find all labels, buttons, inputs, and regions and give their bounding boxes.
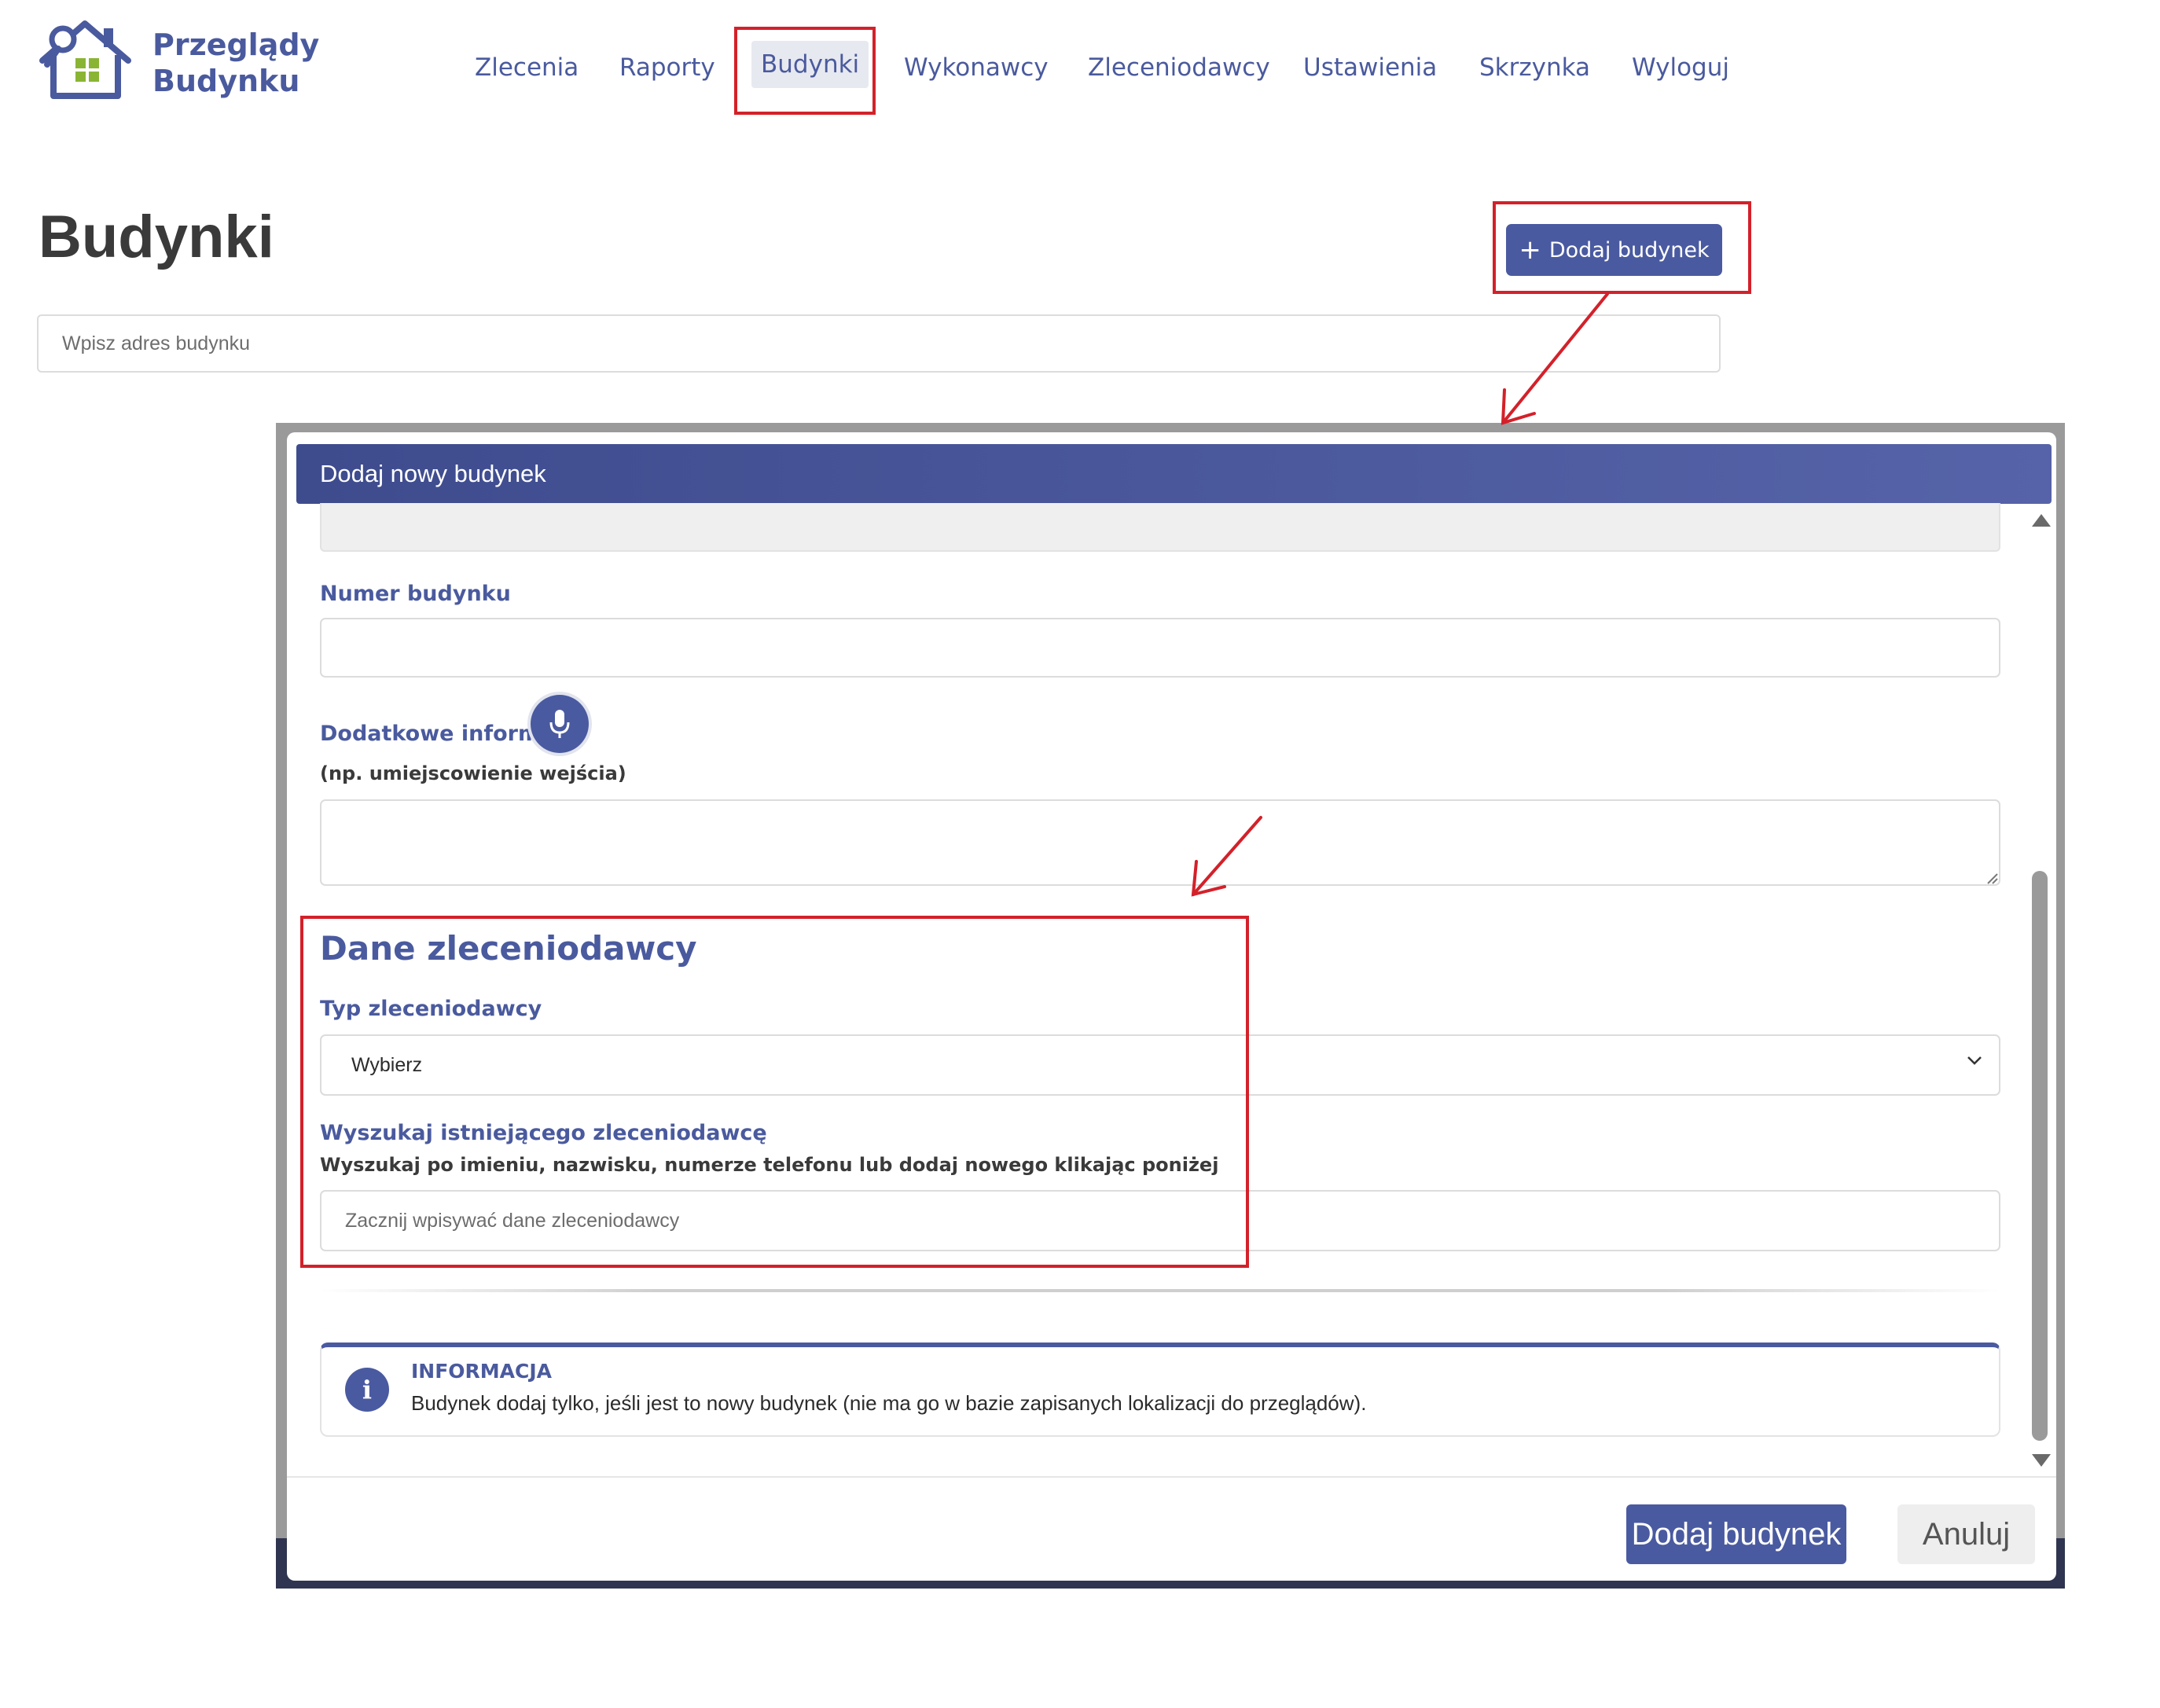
building-number-label: Numer budynku xyxy=(320,582,511,606)
chevron-down-icon xyxy=(1967,1056,1982,1065)
info-icon: i xyxy=(345,1368,389,1412)
info-text: Budynek dodaj tylko, jeśli jest to nowy … xyxy=(411,1391,1367,1415)
extra-info-hint: (np. umiejscowienie wejścia) xyxy=(320,762,626,784)
nav-item-raporty[interactable]: Raporty xyxy=(619,53,715,82)
info-box: i INFORMACJA Budynek dodaj tylko, jeśli … xyxy=(320,1343,2000,1437)
brand-line-1: Przeglądy xyxy=(152,28,320,62)
building-number-input[interactable] xyxy=(320,618,2000,678)
section-divider xyxy=(320,1289,2000,1292)
nav-item-skrzynka[interactable]: Skrzynka xyxy=(1479,53,1590,82)
disabled-field xyxy=(320,503,2000,552)
annotation-box-add-button xyxy=(1493,201,1751,294)
annotation-box-nav xyxy=(734,27,876,115)
scroll-up-arrow[interactable] xyxy=(2032,514,2051,527)
microphone-icon xyxy=(549,710,570,738)
resize-handle-icon[interactable] xyxy=(1986,872,1999,885)
modal-footer-divider xyxy=(287,1476,2056,1478)
info-title: INFORMACJA xyxy=(411,1360,553,1383)
nav-item-wyloguj[interactable]: Wyloguj xyxy=(1632,53,1729,82)
nav-item-ustawienia[interactable]: Ustawienia xyxy=(1303,53,1437,82)
cancel-button[interactable]: Anuluj xyxy=(1897,1504,2035,1564)
microphone-button[interactable] xyxy=(531,695,589,753)
annotation-box-client-section xyxy=(300,916,1249,1268)
brand-name[interactable]: Przeglądy Budynku xyxy=(152,27,319,99)
scrollbar-thumb[interactable] xyxy=(2032,871,2048,1441)
nav-item-wykonawcy[interactable]: Wykonawcy xyxy=(904,53,1049,82)
brand-line-2: Budynku xyxy=(152,64,300,98)
modal-title: Dodaj nowy budynek xyxy=(296,444,2052,504)
address-search-input[interactable]: Wpisz adres budynku xyxy=(37,314,1721,373)
scroll-down-arrow[interactable] xyxy=(2032,1454,2051,1467)
submit-add-building-button[interactable]: Dodaj budynek xyxy=(1626,1504,1846,1564)
extra-info-textarea[interactable] xyxy=(320,799,2000,886)
nav-item-zleceniodawcy[interactable]: Zleceniodawcy xyxy=(1088,53,1270,82)
page-title: Budynki xyxy=(39,204,274,270)
house-logo-icon xyxy=(39,20,131,99)
nav-item-zlecenia[interactable]: Zlecenia xyxy=(475,53,579,82)
